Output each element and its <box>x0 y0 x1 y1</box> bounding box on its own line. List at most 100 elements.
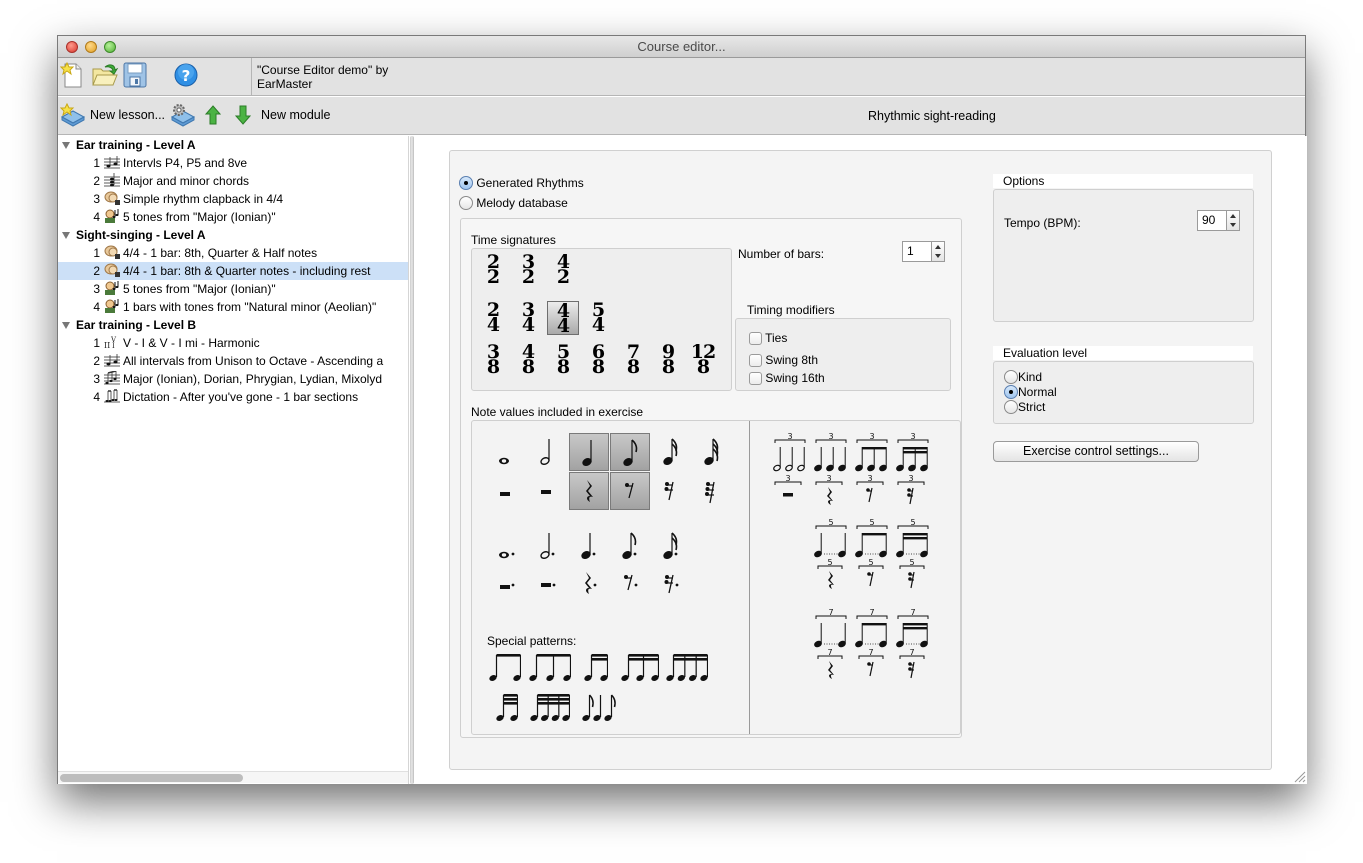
dotted-eighth-rest-toggle[interactable] <box>610 565 650 603</box>
ties-checkbox[interactable] <box>749 332 762 345</box>
triplet-sixteenth-notes[interactable]: 3 <box>896 432 930 476</box>
septuplet-eighth-rest[interactable]: 7 <box>857 648 885 686</box>
number-of-bars-stepper[interactable] <box>931 241 945 262</box>
open-folder-icon[interactable] <box>91 61 119 87</box>
tree-item[interactable]: 1 4/4 - 1 bar: 8th, Quarter & Half notes <box>58 244 408 262</box>
swing-16th-checkbox[interactable] <box>749 372 762 385</box>
time-signature-4-2[interactable]: 42 <box>547 253 579 287</box>
triplet-half-notes[interactable]: 3 <box>773 432 807 476</box>
tree-item[interactable]: 4 1 bars with tones from "Natural minor (… <box>58 298 408 316</box>
tree-item[interactable]: 1 Intervls P4, P5 and 8ve <box>58 154 408 172</box>
time-signature-3-4[interactable]: 34 <box>512 301 544 335</box>
eighth-note-toggle[interactable] <box>610 433 650 471</box>
swing-8th-checkbox[interactable] <box>749 354 762 367</box>
zoom-window-button[interactable] <box>104 41 116 53</box>
disclosure-triangle-icon[interactable] <box>62 322 70 330</box>
source-option-melody[interactable]: Melody database <box>459 196 568 210</box>
quarter-rest-toggle[interactable] <box>569 472 609 510</box>
melody-database-radio[interactable] <box>459 196 473 210</box>
time-signature-3-8[interactable]: 38 <box>477 343 509 377</box>
tree-item[interactable]: 3 Simple rhythm clapback in 4/4 <box>58 190 408 208</box>
tree-group[interactable]: Sight-singing - Level A <box>58 226 408 244</box>
dotted-whole-note-toggle[interactable] <box>487 527 527 565</box>
triplet-sixteenth-rest[interactable]: 3 <box>896 474 926 512</box>
quintuplet-sixteenth-notes[interactable]: 5 <box>896 518 930 562</box>
splitter-handle[interactable] <box>410 136 414 784</box>
septuplet-quarter-notes[interactable]: 7 <box>814 608 848 652</box>
dotted-half-rest-toggle[interactable] <box>528 565 568 603</box>
tree-item[interactable]: 4 5 tones from "Major (Ionian)" <box>58 208 408 226</box>
swing-16th-option[interactable]: Swing 16th <box>749 371 825 385</box>
quarter-note-toggle[interactable] <box>569 433 609 471</box>
evaluation-kind-option[interactable]: Kind <box>1004 370 1042 384</box>
tree-item[interactable]: 3 5 tones from "Major (Ionian)" <box>58 280 408 298</box>
tempo-input[interactable]: 90 <box>1197 210 1227 231</box>
dotted-quarter-rest-toggle[interactable] <box>569 565 609 603</box>
special-pattern-eighth-quarter-eighth[interactable] <box>582 691 618 726</box>
kind-radio[interactable] <box>1004 370 1018 384</box>
resize-grip-icon[interactable] <box>1292 769 1306 783</box>
time-signature-2-4[interactable]: 24 <box>477 301 509 335</box>
new-document-icon[interactable] <box>59 61 86 88</box>
splitter[interactable] <box>408 136 416 784</box>
eighth-rest-toggle[interactable] <box>610 472 650 510</box>
septuplet-quarter-rest[interactable]: 7 <box>816 648 844 686</box>
evaluation-strict-option[interactable]: Strict <box>1004 400 1045 414</box>
new-lesson-button[interactable]: New lesson... <box>60 103 165 127</box>
whole-note-toggle[interactable] <box>487 433 527 471</box>
half-note-toggle[interactable] <box>528 433 568 471</box>
thirty-second-rest-toggle[interactable] <box>692 472 732 510</box>
disclosure-triangle-icon[interactable] <box>62 232 70 240</box>
thirty-second-note-toggle[interactable] <box>692 433 732 471</box>
time-signature-6-8[interactable]: 68 <box>582 343 614 377</box>
septuplet-sixteenth-rest[interactable]: 7 <box>898 648 926 686</box>
quintuplet-eighth-notes[interactable]: 5 <box>855 518 889 562</box>
minimize-window-button[interactable] <box>85 41 97 53</box>
disclosure-triangle-icon[interactable] <box>62 142 70 150</box>
close-window-button[interactable] <box>66 41 78 53</box>
tree-group[interactable]: Ear training - Level B <box>58 316 408 334</box>
sixteenth-note-toggle[interactable] <box>651 433 691 471</box>
normal-radio[interactable] <box>1004 385 1018 399</box>
special-pattern-four-sixteenths[interactable] <box>666 651 709 686</box>
dotted-sixteenth-rest-toggle[interactable] <box>651 565 691 603</box>
time-signature-9-8[interactable]: 98 <box>652 343 684 377</box>
triplet-half-rest[interactable]: 3 <box>773 474 803 512</box>
sixteenth-rest-toggle[interactable] <box>651 472 691 510</box>
dotted-half-note-toggle[interactable] <box>528 527 568 565</box>
help-icon[interactable]: ? <box>173 61 199 87</box>
tree-item[interactable]: 3 Major (Ionian), Dorian, Phrygian, Lydia… <box>58 370 408 388</box>
time-signature-5-4[interactable]: 54 <box>582 301 614 335</box>
quintuplet-quarter-notes[interactable]: 5 <box>814 518 848 562</box>
scrollbar-thumb[interactable] <box>60 774 243 782</box>
septuplet-eighth-notes[interactable]: 7 <box>855 608 889 652</box>
time-signature-4-8[interactable]: 48 <box>512 343 544 377</box>
special-pattern-four-thirty-seconds[interactable] <box>530 691 571 726</box>
exercise-control-settings-button[interactable]: Exercise control settings... <box>993 441 1199 462</box>
time-signature-2-2[interactable]: 22 <box>477 253 509 287</box>
septuplet-sixteenth-notes[interactable]: 7 <box>896 608 930 652</box>
special-pattern-three-sixteenths[interactable] <box>621 651 660 686</box>
quintuplet-sixteenth-rest[interactable]: 5 <box>898 558 926 596</box>
move-up-button[interactable] <box>204 103 222 127</box>
time-signature-3-2[interactable]: 32 <box>512 253 544 287</box>
special-pattern-three-eighths[interactable] <box>529 651 572 686</box>
tree-item[interactable]: 2 4/4 - 1 bar: 8th & Quarter notes - incl… <box>58 262 408 280</box>
special-pattern-two-sixteenths[interactable] <box>584 651 609 686</box>
tree-item[interactable]: 2 All intervals from Unison to Octave - A… <box>58 352 408 370</box>
save-floppy-icon[interactable] <box>122 61 148 88</box>
time-signature-5-8[interactable]: 58 <box>547 343 579 377</box>
dotted-eighth-note-toggle[interactable] <box>610 527 650 565</box>
tree-horizontal-scrollbar[interactable] <box>58 771 408 783</box>
special-pattern-two-eighths[interactable] <box>489 651 522 686</box>
half-rest-toggle[interactable] <box>528 472 568 510</box>
triplet-quarter-rest[interactable]: 3 <box>814 474 844 512</box>
tree-item[interactable]: 1 II V I V - I & V - I mi - Harmonic <box>58 334 408 352</box>
time-signature-4-4[interactable]: 44 <box>547 301 579 336</box>
triplet-eighth-rest[interactable]: 3 <box>855 474 885 512</box>
quintuplet-quarter-rest[interactable]: 5 <box>816 558 844 596</box>
time-signature-12-8[interactable]: 12 8 <box>687 343 719 377</box>
tree-item[interactable]: 2 Major and minor chords <box>58 172 408 190</box>
triplet-eighth-notes[interactable]: 3 <box>855 432 889 476</box>
quintuplet-eighth-rest[interactable]: 5 <box>857 558 885 596</box>
